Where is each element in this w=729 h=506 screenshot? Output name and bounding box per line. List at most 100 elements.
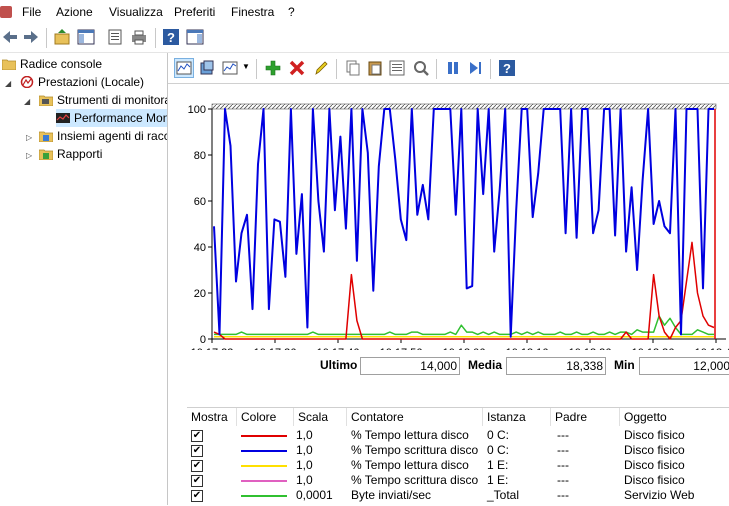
x-tick-label: 10.17.56	[380, 347, 423, 350]
scale-value: 1,0	[296, 473, 313, 487]
x-tick-label: 10.18.36	[632, 347, 675, 350]
menu-finestra[interactable]: Finestra	[231, 5, 274, 19]
expand-arrow-icon[interactable]: ▷	[26, 151, 32, 160]
y-tick-label: 0	[200, 334, 206, 346]
col-header-contatore[interactable]: Contatore	[347, 408, 483, 426]
overflow-band	[211, 103, 717, 110]
show-checkbox[interactable]: ✔	[191, 475, 203, 487]
properties-icon[interactable]	[388, 59, 406, 77]
col-header-mostra[interactable]: Mostra	[187, 408, 237, 426]
stat-min-value: 12,000	[639, 357, 729, 375]
delete-icon[interactable]	[288, 59, 306, 77]
up-folder-icon[interactable]	[53, 28, 71, 46]
col-header-scala[interactable]: Scala	[294, 408, 347, 426]
show-checkbox[interactable]: ✔	[191, 430, 203, 442]
legend-row[interactable]: ✔ 1,0 % Tempo lettura disco 1 E: --- Disco fi…	[187, 458, 729, 473]
print-icon[interactable]	[130, 28, 148, 46]
dropdown-arrow-icon[interactable]: ▼	[242, 62, 250, 71]
col-header-oggetto[interactable]: Oggetto	[620, 408, 729, 426]
parent-name: ---	[557, 473, 569, 487]
parent-name: ---	[557, 458, 569, 472]
instance-name: 1 E:	[487, 473, 509, 487]
pause-icon[interactable]	[444, 59, 462, 77]
menu-visualizza[interactable]: Visualizza	[109, 5, 163, 19]
tree-label: Performance Monitor	[74, 111, 168, 125]
color-swatch	[241, 480, 287, 482]
y-tick-label: 100	[188, 104, 206, 116]
x-tick-label: 10.17.46	[317, 347, 360, 350]
tree-item-prestazioni[interactable]: Prestazioni (Locale)	[20, 73, 144, 91]
col-header-colore[interactable]: Colore	[237, 408, 294, 426]
counter-name: % Tempo lettura disco	[351, 458, 469, 472]
tree-item-strumenti[interactable]: Strumenti di monitoraggio	[39, 91, 167, 109]
color-swatch	[241, 495, 287, 497]
collapse-arrow-icon[interactable]: ◢	[24, 97, 30, 106]
menu-preferiti[interactable]: Preferiti	[174, 5, 215, 19]
tree-label: Radice console	[20, 57, 103, 71]
monitor-icon	[56, 113, 70, 123]
stat-last-value: 14,000	[360, 357, 460, 375]
tree-item-radice-console[interactable]: Radice console	[2, 55, 102, 73]
help-icon[interactable]: ?	[162, 28, 180, 46]
tree-item-rapporti[interactable]: Rapporti	[39, 145, 102, 163]
legend-row[interactable]: ✔ 1,0 % Tempo scrittura disco 0 C: --- Disco …	[187, 443, 729, 458]
series-line	[213, 108, 714, 338]
paste-icon[interactable]	[366, 59, 384, 77]
performance-graph[interactable]: 0 20 40 60 80 100 10.17.23 10.17.36 10.17.46 10.1…	[168, 85, 729, 350]
menu-azione[interactable]: Azione	[56, 5, 93, 19]
x-tick-label: 10.17.23	[191, 347, 234, 350]
properties-icon[interactable]	[106, 28, 124, 46]
reports-icon	[39, 149, 53, 160]
tools-folder-icon	[39, 95, 53, 106]
legend-row[interactable]: ✔ 1,0 % Tempo lettura disco 0 C: --- Disco fi…	[187, 428, 729, 443]
instance-name: 1 E:	[487, 458, 509, 472]
add-icon[interactable]	[264, 59, 282, 77]
monitor-toolbar: ▼ ?	[168, 53, 729, 84]
zoom-icon[interactable]	[412, 59, 430, 77]
folder-icon	[2, 59, 16, 70]
object-name: Disco fisico	[624, 458, 685, 472]
svg-text:?: ?	[503, 61, 511, 76]
tree-label: Rapporti	[57, 147, 103, 161]
add-counter-set-icon[interactable]	[198, 59, 216, 77]
show-action-pane-icon[interactable]	[186, 28, 204, 46]
main-toolbar: ?	[0, 24, 729, 53]
show-checkbox[interactable]: ✔	[191, 445, 203, 457]
y-tick-label: 80	[194, 150, 206, 162]
y-tick-label: 20	[194, 288, 206, 300]
tree-item-performance-monitor[interactable]: Performance Monitor	[56, 109, 168, 127]
scale-value: 1,0	[296, 428, 313, 442]
expand-arrow-icon[interactable]: ▷	[26, 133, 32, 142]
performance-icon	[20, 76, 34, 88]
help-icon[interactable]: ?	[498, 59, 516, 77]
show-checkbox[interactable]: ✔	[191, 490, 203, 502]
update-data-icon[interactable]	[466, 59, 484, 77]
col-header-padre[interactable]: Padre	[551, 408, 620, 426]
view-graph-icon[interactable]	[174, 58, 194, 78]
parent-name: ---	[557, 443, 569, 457]
app-icon	[0, 6, 12, 18]
y-tick-label: 60	[194, 196, 206, 208]
highlight-icon[interactable]	[312, 59, 330, 77]
col-header-istanza[interactable]: Istanza	[483, 408, 551, 426]
collapse-arrow-icon[interactable]: ◢	[5, 79, 11, 88]
x-tick-label: 10.18.16	[506, 347, 549, 350]
back-arrow-icon[interactable]	[1, 28, 19, 46]
instance-name: 0 C:	[487, 443, 510, 457]
counter-name: % Tempo lettura disco	[351, 428, 469, 442]
show-checkbox[interactable]: ✔	[191, 460, 203, 472]
change-graph-type-icon[interactable]	[222, 59, 240, 77]
counter-name: % Tempo scrittura disco	[351, 443, 479, 457]
series-line	[213, 241, 715, 340]
tree-item-insiemi-agenti[interactable]: Insiemi agenti di raccolta dati	[39, 127, 168, 145]
menu-file[interactable]: File	[22, 5, 41, 19]
menu-help[interactable]: ?	[288, 5, 295, 19]
legend-row[interactable]: ✔ 1,0 % Tempo scrittura disco 1 E: --- Disco …	[187, 473, 729, 488]
show-hide-tree-icon[interactable]	[77, 28, 95, 46]
counter-legend: Mostra Colore Scala Contatore Istanza Pa…	[187, 407, 729, 506]
tree-label: Insiemi agenti di raccolta dati	[57, 129, 168, 143]
legend-row[interactable]: ✔ 0,0001 Byte inviati/sec _Total --- Servizio…	[187, 488, 729, 503]
forward-arrow-icon[interactable]	[22, 28, 40, 46]
parent-name: ---	[557, 428, 569, 442]
copy-icon[interactable]	[344, 59, 362, 77]
